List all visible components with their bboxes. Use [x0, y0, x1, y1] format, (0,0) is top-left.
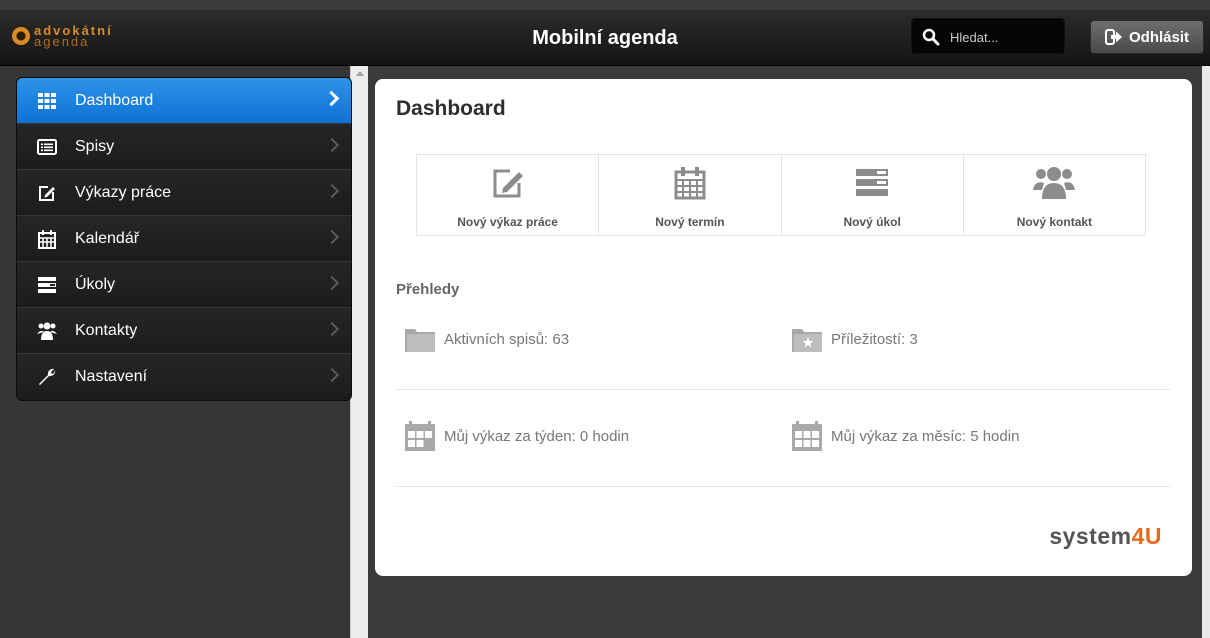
tasks-icon	[38, 277, 56, 293]
grid-icon	[38, 93, 56, 109]
active-files-text: Aktivních spisů: 63	[444, 330, 570, 348]
star-folder-icon	[792, 329, 822, 352]
folder-icon	[405, 329, 435, 352]
search-icon	[922, 28, 940, 46]
brand-text-4u: 4U	[1131, 523, 1162, 549]
action-label: Nový termín	[655, 215, 725, 229]
chevron-right-icon	[324, 183, 340, 199]
week-report-text: Můj výkaz za týden: 0 hodin	[444, 427, 630, 445]
sidebar-item-dashboard[interactable]: Dashboard	[17, 78, 351, 124]
sidebar-item-spisy[interactable]: Spisy	[17, 124, 351, 170]
tasks-icon	[856, 169, 889, 196]
divider	[396, 389, 1171, 390]
sidebar-item-label: Výkazy práce	[75, 183, 172, 201]
sidebar-item-label: Kalendář	[75, 229, 140, 247]
scroll-up-arrow-icon[interactable]	[356, 71, 364, 76]
sidebar-item-label: Kontakty	[75, 321, 138, 339]
sidebar-item-label: Nastavení	[75, 368, 148, 385]
sidebar-item-ukoly[interactable]: Úkoly	[17, 262, 351, 308]
sidebar-item-label: Dashboard	[75, 91, 154, 109]
action-label: Nový výkaz práce	[457, 215, 558, 229]
sidebar-item-label: Spisy	[75, 137, 115, 155]
brand-text-system: system	[1049, 523, 1132, 549]
sidebar-item-nastaveni[interactable]: Nastavení	[17, 354, 351, 400]
overview-heading: Přehledy	[396, 281, 460, 298]
calendar-icon	[674, 167, 706, 200]
search-input[interactable]	[948, 26, 1060, 48]
new-term-button[interactable]: Nový termín	[599, 155, 782, 235]
month-report-link[interactable]: Můj výkaz za měsíc: 5 hodin	[791, 420, 1019, 452]
month-calendar-icon	[792, 421, 822, 451]
opportunities-text: Příležitostí: 3	[831, 330, 918, 348]
sidebar-item-kalendar[interactable]: Kalendář	[17, 216, 351, 262]
wrench-icon	[39, 368, 56, 385]
action-label: Nový úkol	[843, 215, 901, 229]
chevron-right-icon	[324, 321, 340, 337]
chevron-right-icon	[324, 137, 340, 153]
new-work-report-button[interactable]: Nový výkaz práce	[417, 155, 600, 235]
chevron-right-icon	[324, 275, 340, 291]
action-label: Nový kontakt	[1016, 215, 1093, 229]
sidebar-scrollbar[interactable]	[350, 66, 368, 638]
week-calendar-icon	[405, 421, 435, 451]
main-scrollbar[interactable]	[1202, 66, 1210, 638]
month-report-text: Můj výkaz za měsíc: 5 hodin	[831, 427, 1020, 445]
users-icon	[37, 322, 57, 340]
brand-logo: system4U	[1049, 523, 1162, 550]
sidebar-item-vykazy-prace[interactable]: Výkazy práce	[17, 170, 351, 216]
sidebar-item-kontakty[interactable]: Kontakty	[17, 308, 351, 354]
search-box[interactable]	[911, 18, 1065, 54]
active-files-link[interactable]: Aktivních spisů: 63	[404, 325, 569, 353]
edit-icon	[493, 169, 523, 198]
users-icon	[1033, 167, 1076, 199]
divider	[396, 486, 1171, 487]
calendar-icon	[38, 230, 56, 249]
logout-icon	[1104, 29, 1122, 45]
new-task-button[interactable]: Nový úkol	[782, 155, 964, 235]
quick-actions: Nový výkaz práce Nový termín Nový úkol N…	[416, 154, 1146, 236]
chevron-right-icon	[324, 367, 340, 383]
edit-icon	[39, 186, 55, 201]
logout-button[interactable]: Odhlásit	[1090, 20, 1204, 54]
chevron-right-icon	[324, 229, 340, 245]
dashboard-card: Dashboard Nový výkaz práce Nový termín N…	[375, 79, 1192, 576]
chevron-right-icon	[323, 90, 340, 107]
top-bar: advokátní agenda Mobilní agenda Odhlásit	[0, 10, 1210, 66]
sidebar-menu: Dashboard Spisy Výkazy práce Kalendář Úk…	[16, 77, 352, 401]
list-icon	[37, 139, 57, 155]
week-report-link[interactable]: Můj výkaz za týden: 0 hodin	[404, 420, 629, 452]
page-title: Dashboard	[396, 97, 506, 120]
new-contact-button[interactable]: Nový kontakt	[964, 155, 1145, 235]
logout-label: Odhlásit	[1128, 28, 1189, 46]
sidebar-item-label: Úkoly	[75, 275, 116, 293]
opportunities-link[interactable]: Příležitostí: 3	[791, 325, 918, 353]
